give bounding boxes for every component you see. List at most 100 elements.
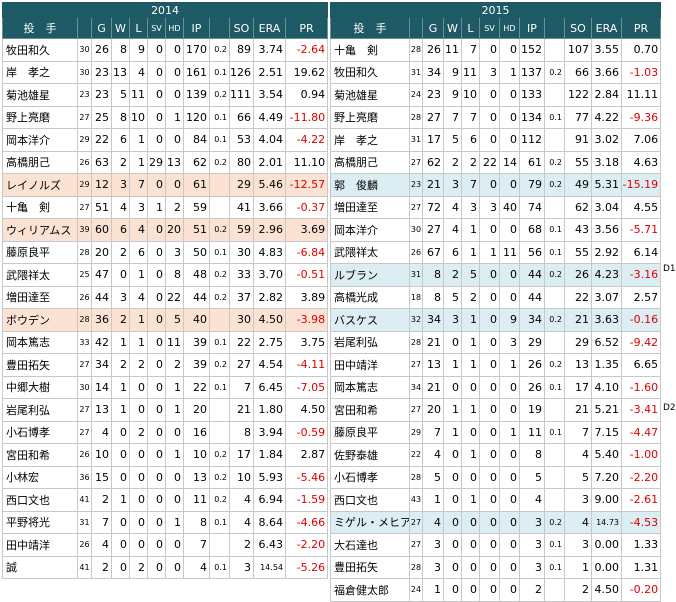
- cell-sv: 0: [479, 218, 500, 242]
- cell-ipf: [544, 285, 565, 309]
- cell-era: 3.02: [591, 128, 622, 152]
- cell-so: 4: [229, 488, 254, 512]
- cell-ipf: 0.1: [209, 240, 230, 264]
- col-header-l: L: [129, 17, 148, 39]
- cell-age: 27: [77, 353, 92, 377]
- cell-ipf: [544, 128, 565, 152]
- cell-w: 4: [111, 195, 130, 219]
- cell-era: 4.54: [253, 353, 286, 377]
- cell-age: 31: [77, 510, 92, 534]
- cell-w: 0: [443, 578, 462, 602]
- cell-g: 13: [422, 353, 444, 377]
- cell-so: 4: [229, 510, 254, 534]
- cell-w: 1: [111, 398, 130, 422]
- cell-w: 2: [111, 150, 130, 174]
- table-row: 田中靖洋 26 4 0 0 0 0 7 2 6.43 -2.20: [2, 533, 329, 557]
- cell-hd: 2: [165, 353, 184, 377]
- note-d1: D1: [663, 264, 676, 274]
- cell-g: 8: [422, 263, 444, 287]
- cell-hd: 0: [499, 465, 520, 489]
- cell-l: 1: [461, 240, 480, 264]
- cell-sv: 0: [147, 105, 166, 129]
- cell-name: 岡本篤志: [2, 330, 78, 354]
- cell-ipf: [544, 465, 565, 489]
- cell-pr: 11.10: [284, 150, 329, 174]
- cell-sv: 0: [147, 510, 166, 534]
- cell-pr: 3.75: [284, 330, 329, 354]
- cell-l: 1: [461, 488, 480, 512]
- cell-so: 41: [229, 195, 254, 219]
- cell-ip: 56: [519, 240, 545, 264]
- cell-name: 菊池雄星: [330, 83, 410, 107]
- cell-so: 3: [564, 488, 592, 512]
- cell-ip: 62: [183, 150, 210, 174]
- cell-pr: -3.98: [284, 308, 329, 332]
- cell-ipf: [544, 443, 565, 467]
- cell-sv: 22: [479, 150, 500, 174]
- cell-age: 31: [409, 60, 423, 84]
- cell-era: 2.75: [253, 330, 286, 354]
- cell-name: 平野将光: [2, 510, 78, 534]
- cell-w: 1: [443, 353, 462, 377]
- cell-l: 0: [129, 488, 148, 512]
- cell-w: 3: [111, 285, 130, 309]
- cell-ip: 39: [183, 330, 210, 354]
- cell-pr: -12.57: [284, 173, 329, 197]
- cell-hd: 1: [165, 510, 184, 534]
- cell-pr: -4.53: [620, 510, 662, 534]
- cell-g: 17: [422, 128, 444, 152]
- cell-era: 3.66: [253, 195, 286, 219]
- cell-ip: 22: [183, 375, 210, 399]
- cell-ipf: 0.1: [544, 555, 565, 579]
- cell-age: 29: [77, 128, 92, 152]
- cell-hd: 0: [165, 60, 184, 84]
- cell-g: 21: [422, 330, 444, 354]
- cell-w: 2: [443, 263, 462, 287]
- cell-l: 2: [129, 555, 148, 579]
- cell-so: 5: [564, 465, 592, 489]
- cell-hd: 1: [165, 105, 184, 129]
- cell-hd: 11: [165, 330, 184, 354]
- cell-hd: 0: [165, 420, 184, 444]
- cell-era: 8.64: [253, 510, 286, 534]
- cell-l: 2: [129, 353, 148, 377]
- cell-sv: 0: [147, 308, 166, 332]
- cell-w: 0: [443, 465, 462, 489]
- cell-name: 小石博孝: [2, 420, 78, 444]
- cell-l: 1: [461, 443, 480, 467]
- cell-sv: 0: [479, 510, 500, 534]
- left-stats-table: 2014 投 手 G W L SV HD IP SO ERA PR 牧田和久 30 26 8 9 0 0 170 0.…: [1, 2, 329, 579]
- cell-age: 26: [77, 150, 92, 174]
- cell-ipf: [209, 195, 230, 219]
- cell-l: 1: [129, 150, 148, 174]
- cell-era: 9.00: [591, 488, 622, 512]
- cell-l: 3: [461, 195, 480, 219]
- cell-g: 4: [91, 420, 112, 444]
- cell-so: 27: [229, 353, 254, 377]
- cell-sv: 0: [479, 555, 500, 579]
- cell-ipf: [209, 308, 230, 332]
- table-row: 小林宏 36 15 0 0 0 0 13 0.2 10 5.93 -5.46: [2, 465, 329, 489]
- cell-pr: 19.62: [284, 60, 329, 84]
- cell-g: 15: [91, 465, 112, 489]
- cell-sv: 0: [479, 465, 500, 489]
- cell-ip: 8: [183, 510, 210, 534]
- cell-so: 55: [564, 240, 592, 264]
- table-row: 武隈祥太 25 47 0 1 0 8 48 0.2 33 3.70 -0.51: [2, 263, 329, 287]
- col-header-pr: PR: [620, 17, 662, 39]
- cell-pr: 0.70: [620, 38, 662, 62]
- cell-hd: 0: [499, 218, 520, 242]
- cell-era: 3.56: [591, 218, 622, 242]
- cell-ipf: 0.1: [209, 555, 230, 579]
- cell-g: 3: [422, 533, 444, 557]
- cell-name: 豊田拓矢: [2, 353, 78, 377]
- cell-ipf: 0.1: [209, 128, 230, 152]
- col-header-age: [409, 17, 423, 39]
- cell-l: 7: [461, 105, 480, 129]
- cell-age: 27: [409, 398, 423, 422]
- cell-name: ミゲル・メヒア: [330, 510, 410, 534]
- cell-sv: 0: [479, 533, 500, 557]
- cell-age: 27: [409, 533, 423, 557]
- table-row: レイノルズ 29 12 3 7 0 0 61 29 5.46 -12.57: [2, 173, 329, 197]
- cell-l: 0: [129, 375, 148, 399]
